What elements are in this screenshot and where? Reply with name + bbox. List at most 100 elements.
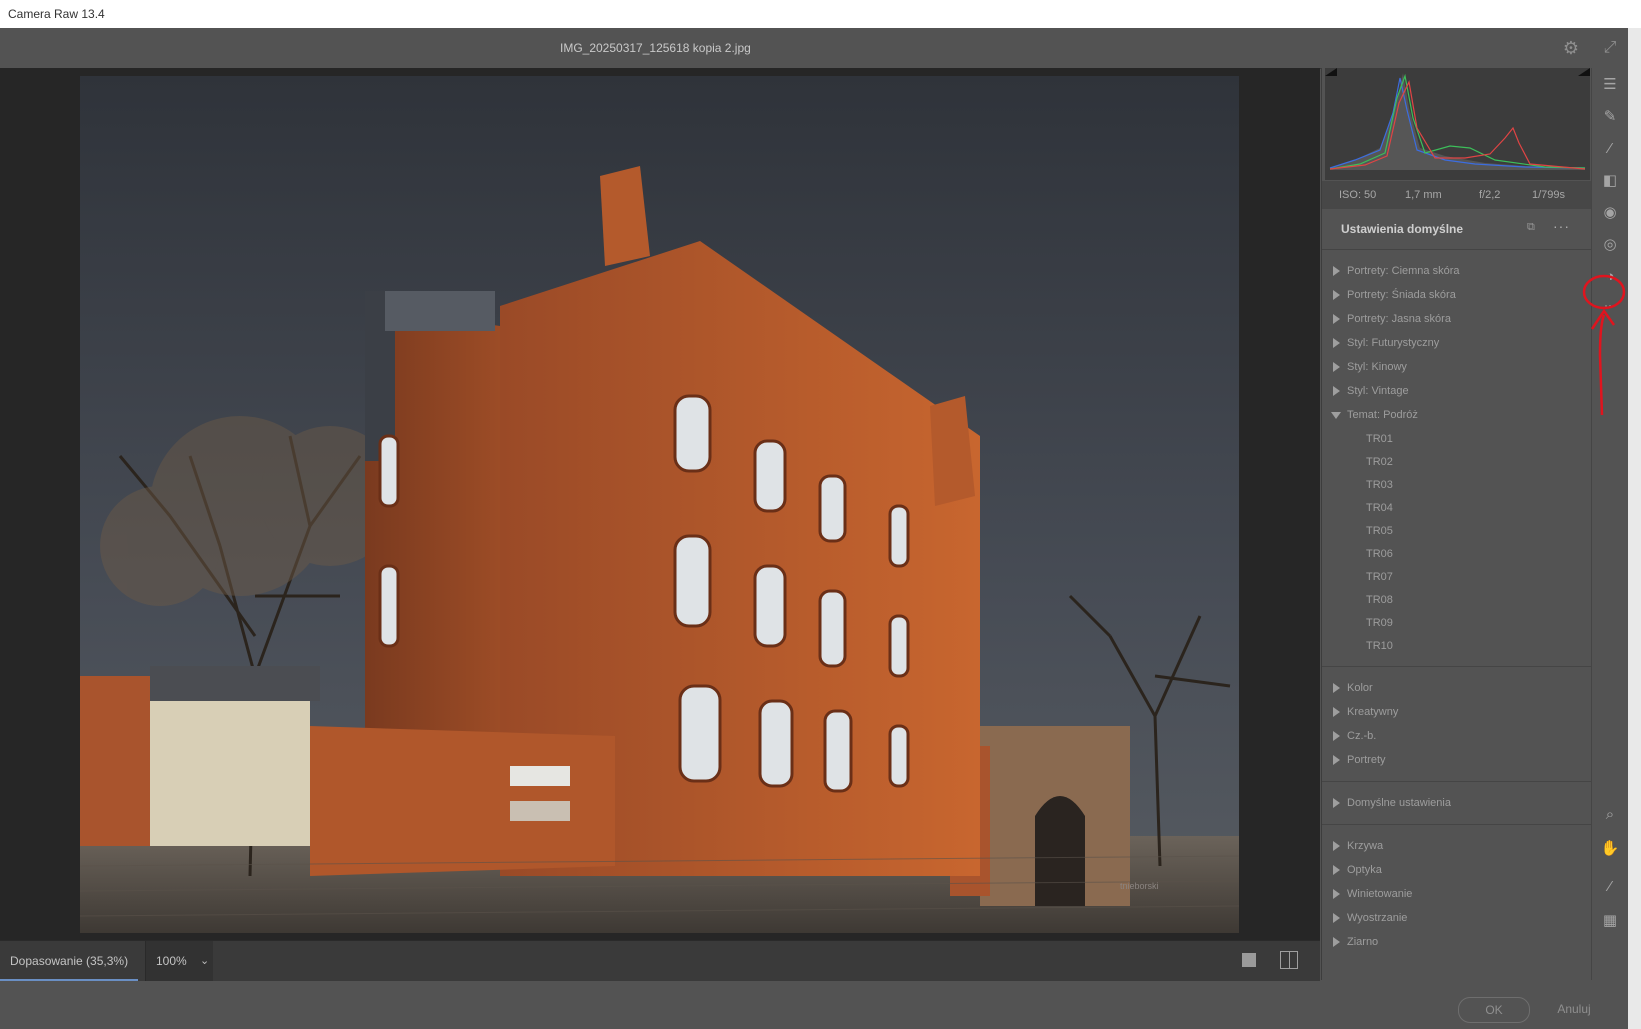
preset-group-label: Portrety: Jasna skóra	[1347, 313, 1451, 325]
chevron-right-icon	[1333, 731, 1340, 741]
shadow-clipping-icon	[1325, 68, 1337, 76]
radial-gradient-icon[interactable]: ◉	[1599, 202, 1621, 224]
exif-focal-length: 1,7 mm	[1405, 189, 1442, 201]
exif-aperture: f/2,2	[1479, 189, 1501, 201]
preset-item-tr03[interactable]: TR03	[1322, 474, 1592, 497]
chevron-right-icon	[1333, 841, 1340, 851]
photo-illustration: tnieborski	[80, 76, 1239, 933]
photo-preview: tnieborski	[80, 76, 1239, 933]
single-view-icon[interactable]	[1242, 953, 1256, 967]
chevron-right-icon	[1333, 889, 1340, 899]
exif-iso: ISO: 50	[1339, 189, 1377, 201]
divider	[1322, 824, 1592, 825]
color-sampler-icon[interactable]: ⁄	[1599, 876, 1621, 898]
dialog-footer: OK Anuluj	[0, 981, 1628, 1029]
hand-icon[interactable]: ✋	[1599, 838, 1621, 860]
preset-group-winietowanie[interactable]: Winietowanie	[1322, 883, 1592, 907]
preset-item-label: TR07	[1366, 571, 1393, 583]
preset-item-label: TR02	[1366, 456, 1393, 468]
preset-item-tr09[interactable]: TR09	[1322, 612, 1592, 635]
divider	[1322, 781, 1592, 782]
chevron-right-icon	[1333, 798, 1340, 808]
preset-group-wyostrzanie[interactable]: Wyostrzanie	[1322, 907, 1592, 931]
linear-gradient-icon[interactable]: ◧	[1599, 170, 1621, 192]
preset-item-tr04[interactable]: TR04	[1322, 497, 1592, 520]
preset-item-label: TR03	[1366, 479, 1393, 491]
preset-item-label: TR05	[1366, 525, 1393, 537]
preset-group-styl-futurystyczny[interactable]: Styl: Futurystyczny	[1322, 332, 1592, 356]
highlight-clipping-icon	[1578, 68, 1590, 76]
chevron-right-icon	[1333, 865, 1340, 875]
preset-group-kolor[interactable]: Kolor	[1322, 677, 1592, 701]
preset-group-temat-podroz[interactable]: Temat: Podróż	[1322, 404, 1592, 428]
more-options-icon[interactable]: ···	[1553, 218, 1570, 234]
chevron-right-icon	[1333, 913, 1340, 923]
preset-group-label: Kreatywny	[1347, 706, 1399, 718]
exif-info: ISO: 50 1,7 mm f/2,2 1/799s	[1322, 181, 1592, 209]
photo-watermark: tnieborski	[1120, 881, 1159, 891]
edit-sliders-icon[interactable]: ☰	[1599, 74, 1621, 96]
chevron-right-icon	[1333, 937, 1340, 947]
preset-group-label: Optyka	[1347, 864, 1382, 876]
new-preset-icon[interactable]: ⧉	[1527, 221, 1539, 233]
preset-item-tr02[interactable]: TR02	[1322, 451, 1592, 474]
preset-item-tr07[interactable]: TR07	[1322, 566, 1592, 589]
preset-item-tr08[interactable]: TR08	[1322, 589, 1592, 612]
presets-panel: ISO: 50 1,7 mm f/2,2 1/799s Ustawienia d…	[1321, 68, 1592, 980]
ok-button[interactable]: OK	[1458, 997, 1530, 1023]
preset-group-portrety[interactable]: Portrety	[1322, 749, 1592, 773]
brush-icon[interactable]: ⁄	[1599, 138, 1621, 160]
red-eye-icon[interactable]: ◎	[1599, 234, 1621, 256]
gear-icon[interactable]: ⚙	[1561, 38, 1581, 58]
preset-item-tr06[interactable]: TR06	[1322, 543, 1592, 566]
preset-group-label: Portrety: Śniada skóra	[1347, 289, 1456, 301]
image-preview-area[interactable]: tnieborski	[0, 68, 1320, 940]
chevron-right-icon	[1333, 683, 1340, 693]
preset-group-kreatywny[interactable]: Kreatywny	[1322, 701, 1592, 725]
preset-group-krzywa[interactable]: Krzywa	[1322, 835, 1592, 859]
cancel-button[interactable]: Anuluj	[1551, 997, 1597, 1021]
grid-icon[interactable]: ▦	[1599, 910, 1621, 932]
exif-shutter: 1/799s	[1532, 189, 1566, 201]
zoom-icon[interactable]: ⌕	[1599, 804, 1621, 826]
preset-group-portrety-sniada-skora[interactable]: Portrety: Śniada skóra	[1322, 284, 1592, 308]
preset-group-label: Winietowanie	[1347, 888, 1413, 900]
chevron-right-icon	[1333, 386, 1340, 396]
chevron-right-icon	[1333, 362, 1340, 372]
preset-item-label: TR01	[1366, 433, 1393, 445]
preset-group-label: Styl: Vintage	[1347, 385, 1409, 397]
presets-title: Ustawienia domyślne	[1341, 222, 1464, 236]
preset-group-label: Ziarno	[1347, 936, 1379, 948]
preset-group-ziarno[interactable]: Ziarno	[1322, 931, 1592, 955]
tool-column: ☰ ✎ ⁄ ◧ ◉ ◎ ◑ ··· ⌕ ✋ ⁄ ▦	[1591, 68, 1628, 980]
bottom-toolbar: Dopasowanie (35,3%) 100% ⌄	[0, 940, 1320, 981]
chevron-right-icon	[1333, 290, 1340, 300]
fullscreen-icon[interactable]: ⤢	[1600, 38, 1620, 58]
chevron-right-icon	[1333, 314, 1340, 324]
preset-group-styl-vintage[interactable]: Styl: Vintage	[1322, 380, 1592, 404]
window-title: Camera Raw 13.4	[8, 7, 105, 21]
chevron-right-icon	[1333, 707, 1340, 717]
chevron-right-icon	[1333, 266, 1340, 276]
zoom-fit-button[interactable]: Dopasowanie (35,3%)	[0, 941, 139, 981]
preset-item-label: TR06	[1366, 548, 1393, 560]
preset-group-label: Domyślne ustawienia	[1347, 797, 1451, 809]
preset-group-optyka[interactable]: Optyka	[1322, 859, 1592, 883]
preset-group-domyslne-ustawienia[interactable]: Domyślne ustawienia	[1322, 792, 1592, 816]
preset-item-label: TR08	[1366, 594, 1393, 606]
preset-item-tr01[interactable]: TR01	[1322, 428, 1592, 451]
preset-item-tr10[interactable]: TR10	[1322, 635, 1592, 658]
preset-group-label: Krzywa	[1347, 840, 1384, 852]
before-after-view-icon[interactable]	[1280, 951, 1298, 969]
preset-item-label: TR10	[1366, 640, 1393, 652]
preset-group-label: Cz.-b.	[1347, 730, 1377, 742]
preset-group-portrety-ciemna-skora[interactable]: Portrety: Ciemna skóra	[1322, 260, 1592, 284]
preset-group-cz-b[interactable]: Cz.-b.	[1322, 725, 1592, 749]
preset-item-tr05[interactable]: TR05	[1322, 520, 1592, 543]
red-annotation-circle-arrow	[1582, 274, 1626, 416]
preset-group-styl-kinowy[interactable]: Styl: Kinowy	[1322, 356, 1592, 380]
preset-group-portrety-jasna-skora[interactable]: Portrety: Jasna skóra	[1322, 308, 1592, 332]
header-bar: IMG_20250317_125618 kopia 2.jpg ⚙ ⤢	[0, 28, 1628, 69]
chevron-down-icon[interactable]: ⌄	[200, 941, 209, 981]
healing-icon[interactable]: ✎	[1599, 106, 1621, 128]
